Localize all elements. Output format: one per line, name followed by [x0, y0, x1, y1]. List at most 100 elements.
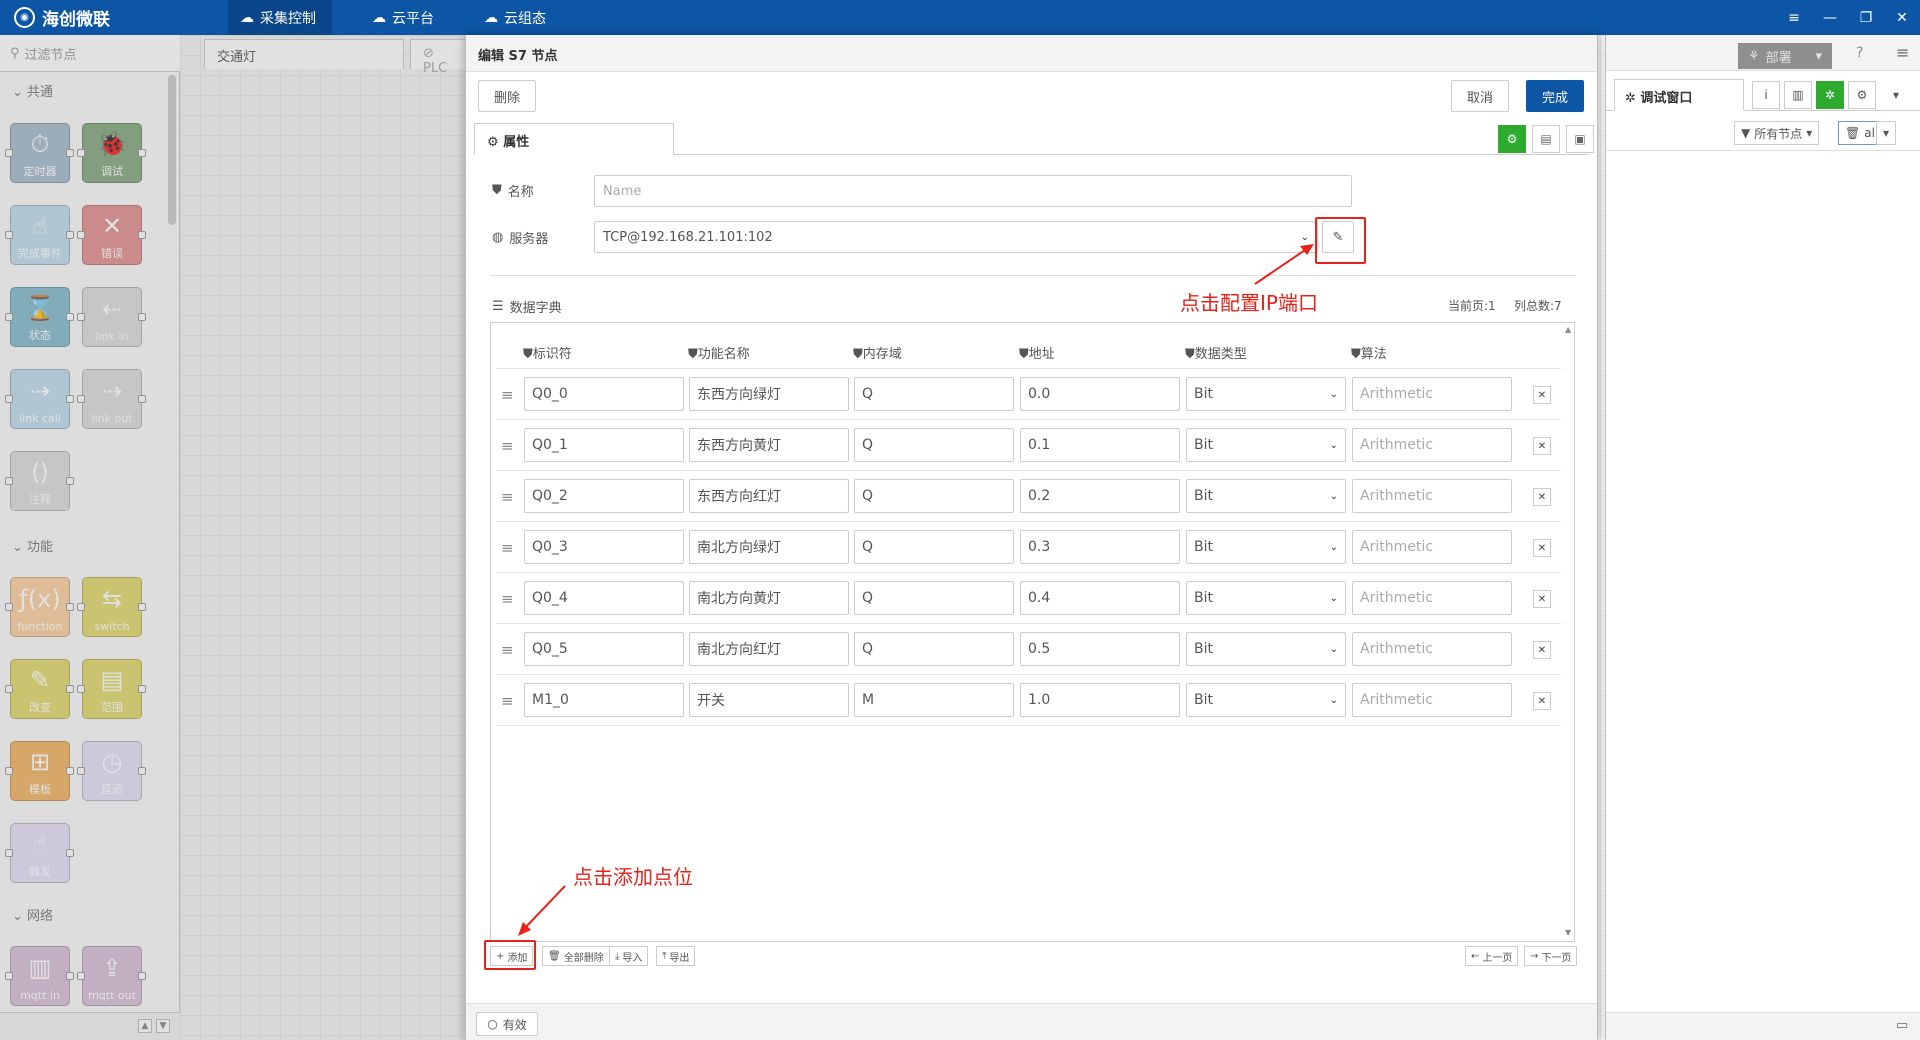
- address-input[interactable]: 0.1: [1020, 428, 1180, 462]
- memory-area-input[interactable]: Q: [854, 530, 1014, 564]
- arithmetic-input[interactable]: Arithmetic: [1352, 683, 1512, 717]
- data-type-select[interactable]: Bit ⌄: [1186, 581, 1346, 615]
- memory-area-input[interactable]: M: [854, 683, 1014, 717]
- address-input[interactable]: 0.2: [1020, 479, 1180, 513]
- nav-cloud-platform[interactable]: ☁ 云平台: [360, 0, 446, 35]
- address-input[interactable]: 0.3: [1020, 530, 1180, 564]
- data-type-select[interactable]: Bit ⌄: [1186, 479, 1346, 513]
- function-name-input[interactable]: 南北方向黄灯: [689, 581, 849, 615]
- function-name-input[interactable]: 东西方向绿灯: [689, 377, 849, 411]
- tab-debug-window[interactable]: ✲ 调试窗口: [1614, 79, 1744, 111]
- server-label: ◍ 服务器: [492, 228, 548, 247]
- drag-handle-icon[interactable]: ≡: [501, 539, 514, 557]
- drag-handle-icon[interactable]: ≡: [501, 590, 514, 608]
- drag-handle-icon[interactable]: ≡: [501, 488, 514, 506]
- minimize-button[interactable]: —: [1812, 0, 1848, 35]
- arithmetic-input[interactable]: Arithmetic: [1352, 428, 1512, 462]
- drag-handle-icon[interactable]: ≡: [501, 641, 514, 659]
- enabled-toggle[interactable]: ○ 有效: [476, 1012, 538, 1036]
- function-name-input[interactable]: 南北方向绿灯: [689, 530, 849, 564]
- memory-area-input[interactable]: Q: [854, 581, 1014, 615]
- memory-area-input[interactable]: Q: [854, 479, 1014, 513]
- remove-row-button[interactable]: ✕: [1533, 437, 1551, 455]
- remove-row-button[interactable]: ✕: [1533, 386, 1551, 404]
- divider: [490, 275, 1576, 276]
- data-type-select[interactable]: Bit ⌄: [1186, 683, 1346, 717]
- cancel-button[interactable]: 取消: [1451, 80, 1509, 112]
- remove-row-button[interactable]: ✕: [1533, 488, 1551, 506]
- identifier-input[interactable]: M1_0: [524, 683, 684, 717]
- menu-icon[interactable]: ≡: [1896, 43, 1909, 62]
- remove-row-button[interactable]: ✕: [1533, 539, 1551, 557]
- close-button[interactable]: ✕: [1884, 0, 1920, 35]
- address-input[interactable]: 0.5: [1020, 632, 1180, 666]
- table-scrollbar[interactable]: ▲ ▼: [1564, 323, 1574, 941]
- data-type-select[interactable]: Bit ⌄: [1186, 530, 1346, 564]
- nav-acquisition-control[interactable]: ☁ 采集控制: [228, 0, 332, 35]
- help-icon[interactable]: ?: [1856, 45, 1863, 61]
- address-input[interactable]: 0.4: [1020, 581, 1180, 615]
- scroll-up-icon[interactable]: ▲: [1565, 325, 1571, 334]
- cell-value: Arithmetic: [1360, 692, 1433, 708]
- identifier-input[interactable]: Q0_5: [524, 632, 684, 666]
- cell-value: 南北方向红灯: [697, 642, 781, 658]
- remove-row-button[interactable]: ✕: [1533, 692, 1551, 710]
- data-type-select[interactable]: Bit ⌄: [1186, 428, 1346, 462]
- settings-icon[interactable]: ⚙: [1498, 125, 1526, 153]
- deploy-button[interactable]: ⚘ 部署 ▾: [1738, 43, 1832, 69]
- modal-overlay: [0, 35, 465, 1040]
- name-input[interactable]: Name: [594, 175, 1352, 207]
- export-button[interactable]: ⤒ 导出: [656, 946, 696, 966]
- arithmetic-input[interactable]: Arithmetic: [1352, 581, 1512, 615]
- function-name-input[interactable]: 东西方向黄灯: [689, 428, 849, 462]
- tab-label: 属性: [503, 135, 530, 150]
- arithmetic-input[interactable]: Arithmetic: [1352, 530, 1512, 564]
- import-button[interactable]: ⤓ 导入: [609, 946, 649, 966]
- function-name-input[interactable]: 南北方向红灯: [689, 632, 849, 666]
- maximize-button[interactable]: ❐: [1848, 0, 1884, 35]
- gear-icon[interactable]: ⚙: [1848, 81, 1876, 109]
- identifier-input[interactable]: Q0_4: [524, 581, 684, 615]
- arithmetic-input[interactable]: Arithmetic: [1352, 479, 1512, 513]
- bug-icon[interactable]: ✲: [1816, 81, 1844, 109]
- book-icon[interactable]: ▥: [1784, 81, 1812, 109]
- delete-node-button[interactable]: 删除: [478, 80, 536, 112]
- identifier-input[interactable]: Q0_2: [524, 479, 684, 513]
- info-icon[interactable]: i: [1752, 81, 1780, 109]
- arithmetic-input[interactable]: Arithmetic: [1352, 632, 1512, 666]
- drag-handle-icon[interactable]: ≡: [501, 437, 514, 455]
- monitor-icon[interactable]: ▭: [1896, 1018, 1908, 1033]
- appearance-icon[interactable]: ▣: [1566, 125, 1594, 153]
- arithmetic-input[interactable]: Arithmetic: [1352, 377, 1512, 411]
- server-select[interactable]: TCP@192.168.21.101:102 ⌄: [594, 221, 1318, 253]
- identifier-input[interactable]: Q0_1: [524, 428, 684, 462]
- chevron-down-icon[interactable]: ▾: [1882, 81, 1910, 109]
- nav-cloud-scada[interactable]: ☁ 云组态: [472, 0, 558, 35]
- drag-handle-icon[interactable]: ≡: [501, 692, 514, 710]
- scroll-down-icon[interactable]: ▼: [1565, 928, 1571, 937]
- prev-page-button[interactable]: ← 上一页: [1465, 946, 1519, 966]
- memory-area-input[interactable]: Q: [854, 632, 1014, 666]
- identifier-input[interactable]: Q0_0: [524, 377, 684, 411]
- clear-options-dropdown[interactable]: ▾: [1876, 121, 1897, 145]
- menu-icon[interactable]: ≡: [1776, 0, 1812, 35]
- description-icon[interactable]: ▤: [1532, 125, 1560, 153]
- function-name-input[interactable]: 开关: [689, 683, 849, 717]
- remove-row-button[interactable]: ✕: [1533, 641, 1551, 659]
- identifier-input[interactable]: Q0_3: [524, 530, 684, 564]
- data-type-select[interactable]: Bit ⌄: [1186, 377, 1346, 411]
- all-nodes-filter[interactable]: ▼ 所有节点 ▾: [1734, 121, 1820, 145]
- memory-area-input[interactable]: Q: [854, 377, 1014, 411]
- done-button[interactable]: 完成: [1526, 80, 1584, 112]
- memory-area-input[interactable]: Q: [854, 428, 1014, 462]
- address-input[interactable]: 1.0: [1020, 683, 1180, 717]
- address-input[interactable]: 0.0: [1020, 377, 1180, 411]
- function-name-input[interactable]: 东西方向红灯: [689, 479, 849, 513]
- data-type-select[interactable]: Bit ⌄: [1186, 632, 1346, 666]
- delete-all-button[interactable]: 🗑 全部删除: [542, 946, 610, 966]
- remove-row-button[interactable]: ✕: [1533, 590, 1551, 608]
- next-page-button[interactable]: → 下一页: [1524, 946, 1578, 966]
- drag-handle-icon[interactable]: ≡: [501, 386, 514, 404]
- tab-properties[interactable]: ⚙ 属性: [474, 123, 674, 155]
- top-bar: ◉ 海创微联 ☁ 采集控制 ☁ 云平台 ☁ 云组态 ≡ — ❐ ✕: [0, 0, 1920, 35]
